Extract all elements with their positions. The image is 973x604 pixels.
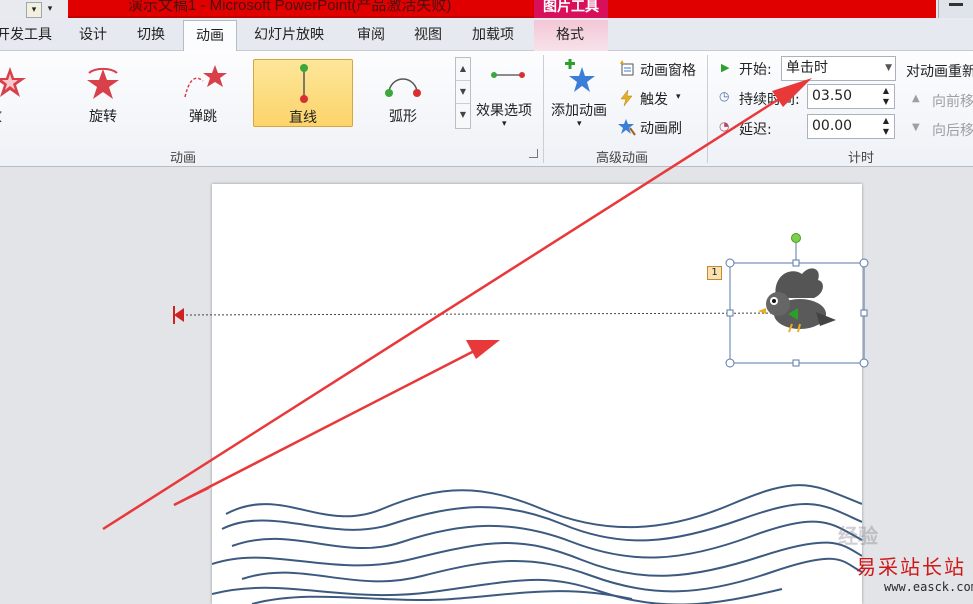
quick-access-toolbar: ▾ ▾: [0, 0, 54, 20]
gallery-item-bounce[interactable]: 弹跳: [153, 59, 253, 127]
tab-addins[interactable]: 加载项: [472, 20, 514, 51]
gallery-item-label: 直线: [289, 110, 317, 126]
dropdown-arrow-icon: ▾: [676, 92, 681, 102]
start-label: 开始:: [739, 62, 772, 78]
gallery-item-zoom[interactable]: 缩放: [0, 59, 52, 127]
ribbon: 缩放 旋转 弹跳 直线: [0, 51, 973, 167]
tab-review[interactable]: 审阅: [357, 20, 385, 51]
gallery-expand-icon[interactable]: ▼: [456, 104, 470, 127]
dialog-launcher-icon[interactable]: [529, 149, 538, 158]
clock-icon: ◷: [719, 89, 730, 103]
animation-painter-button[interactable]: 动画刷: [618, 118, 698, 138]
gallery-item-label: 旋转: [89, 109, 117, 125]
reorder-label: 对动画重新排序: [906, 64, 973, 80]
animation-pane-icon: [620, 60, 634, 76]
line-path-icon: [300, 64, 308, 103]
effect-options-button[interactable]: 效果选项 ▾: [474, 59, 540, 139]
tab-transitions[interactable]: 切换: [137, 20, 165, 51]
animation-pane-label: 动画窗格: [640, 63, 696, 79]
gallery-item-label: 弹跳: [189, 109, 217, 125]
duration-label: 持续时间:: [739, 92, 800, 108]
dropdown-arrow-icon: ▾: [577, 119, 582, 129]
move-earlier-arrow-icon: ▲: [912, 93, 920, 104]
add-animation-star-icon: [565, 59, 595, 92]
advanced-animation-group-label: 高级动画: [596, 151, 649, 166]
animation-painter-icon: [618, 119, 636, 136]
window-title: 演示文稿1 - Microsoft PowerPoint(产品激活失败): [128, 0, 452, 14]
watermark-faint-text: 经验: [838, 524, 878, 548]
wave-decoration: [212, 484, 862, 604]
effect-options-icon: [491, 72, 525, 78]
group-separator: [707, 55, 708, 163]
gallery-item-label: 缩放: [0, 106, 52, 126]
delay-stepper-icon[interactable]: ▲ ▼: [878, 115, 894, 138]
animation-group-label: 动画: [170, 151, 197, 166]
qat-customize-icon[interactable]: ▾: [26, 2, 42, 18]
slide[interactable]: [212, 184, 862, 604]
trigger-label: 触发: [640, 92, 668, 108]
title-bar: ▾ ▾ 演示文稿1 - Microsoft PowerPoint(产品激活失败)…: [0, 0, 973, 20]
lightning-icon: [620, 89, 633, 107]
chevron-down-icon: ▼: [885, 63, 892, 73]
duration-value: 03.50: [812, 88, 853, 104]
animation-painter-label: 动画刷: [640, 121, 682, 137]
move-later-button[interactable]: 向后移动: [932, 120, 973, 140]
title-highlight-right: [608, 0, 936, 18]
watermark-main-text: 易采站长站: [856, 555, 966, 579]
tab-animations[interactable]: 动画: [183, 20, 237, 52]
bounce-star-icon: [184, 65, 227, 98]
picture-tools-context-label: 图片工具: [534, 0, 608, 18]
tab-view[interactable]: 视图: [414, 20, 442, 51]
delay-label: 延迟:: [739, 122, 772, 138]
minimize-button[interactable]: [938, 0, 973, 18]
watermark-url: www.easck.com: [884, 580, 973, 594]
tab-slideshow[interactable]: 幻灯片放映: [254, 20, 324, 51]
animation-order-tag[interactable]: 1: [707, 266, 722, 280]
gallery-scroll-up-icon[interactable]: ▲: [456, 58, 470, 81]
gallery-item-spin[interactable]: 旋转: [53, 59, 153, 127]
move-later-arrow-icon: ▼: [912, 122, 920, 133]
effect-options-label: 效果选项: [476, 103, 532, 119]
group-separator: [543, 55, 544, 163]
dropdown-arrow-icon: ▾: [502, 119, 507, 129]
add-animation-button[interactable]: 添加动画 ▾: [548, 59, 614, 139]
duration-stepper-icon[interactable]: ▲ ▼: [878, 85, 894, 108]
add-animation-label: 添加动画: [551, 103, 607, 119]
delay-value: 00.00: [812, 118, 853, 134]
delay-clock-icon: ◔: [719, 119, 730, 133]
play-icon: ▶: [721, 61, 730, 74]
gallery-scroll-down-icon[interactable]: ▼: [456, 81, 470, 104]
gallery-scroller: ▲ ▼ ▼: [455, 57, 471, 129]
trigger-button[interactable]: 触发 ▾: [618, 89, 698, 109]
animation-gallery: 缩放 旋转 弹跳 直线: [0, 56, 455, 130]
gallery-item-label: 弧形: [389, 109, 417, 125]
start-select-value: 单击时: [786, 60, 828, 76]
tab-developer[interactable]: 开发工具: [0, 20, 52, 51]
tab-format[interactable]: 格式: [556, 20, 584, 51]
gallery-item-arc[interactable]: 弧形: [353, 59, 453, 127]
duration-input[interactable]: 03.50 ▲ ▼: [807, 84, 895, 109]
start-select[interactable]: 单击时 ▼: [781, 56, 896, 81]
timing-group-label: 计时: [848, 151, 875, 166]
spin-star-icon: [87, 67, 119, 99]
arc-path-icon: [385, 78, 421, 97]
gallery-item-line[interactable]: 直线: [253, 59, 353, 127]
delay-input[interactable]: 00.00 ▲ ▼: [807, 114, 895, 139]
watermark: 易采站长站 www.easck.com: [848, 548, 973, 604]
qat-dropdown-icon[interactable]: ▾: [46, 2, 54, 18]
tab-design[interactable]: 设计: [79, 20, 107, 51]
move-earlier-button[interactable]: 向前移动: [932, 91, 973, 111]
zoom-star-icon: [0, 67, 26, 97]
animation-pane-button[interactable]: 动画窗格: [618, 60, 708, 80]
